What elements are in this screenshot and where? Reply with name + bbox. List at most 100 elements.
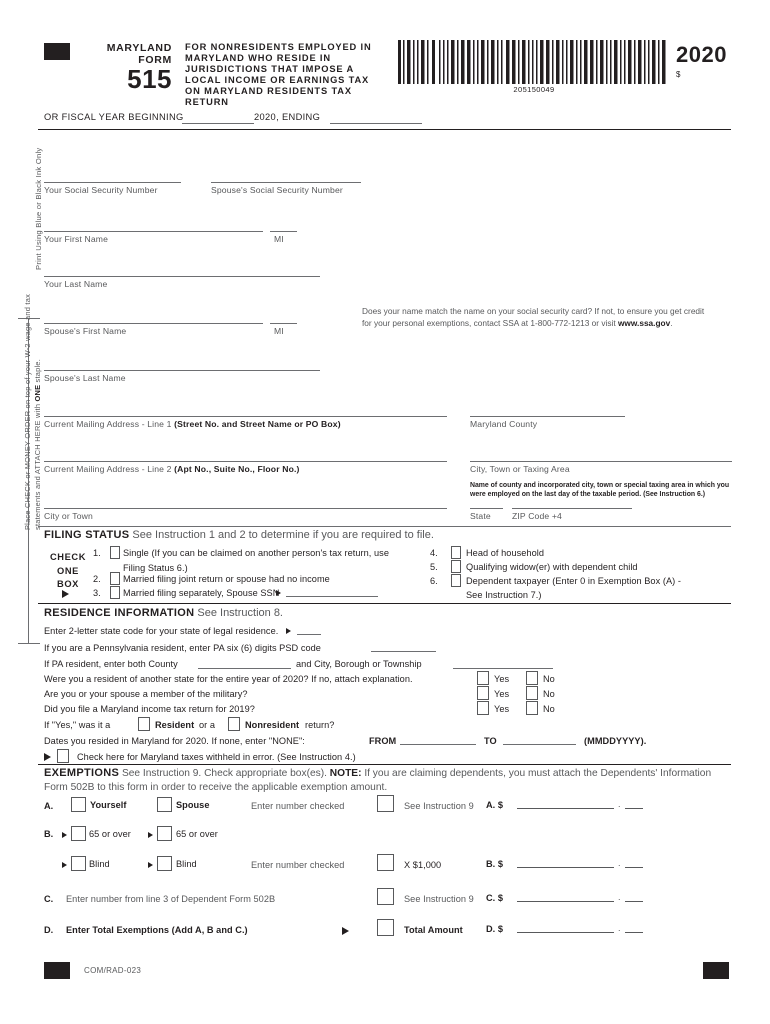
city-or-town-label: City or Town bbox=[44, 511, 93, 521]
exemption-65-self-checkbox[interactable] bbox=[71, 826, 86, 841]
exemption-c-count-input[interactable] bbox=[377, 888, 394, 905]
address-line1-label: Current Mailing Address - Line 1 (Street… bbox=[44, 419, 341, 429]
filing-status-heading: FILING STATUS See Instruction 1 and 2 to… bbox=[44, 529, 434, 541]
address-line2-label-plain: Current Mailing Address - Line 2 bbox=[44, 464, 175, 474]
print-ink-note: Print Using Blue or Black Ink Only bbox=[34, 147, 43, 270]
filing-status-2-label: Married filing joint return or spouse ha… bbox=[123, 574, 330, 584]
exemption-d-amount-label: D. $ bbox=[486, 924, 504, 934]
other-state-no-checkbox[interactable] bbox=[526, 671, 538, 685]
filing-status-3-number: 3. bbox=[93, 588, 101, 598]
exemption-c-amount-input[interactable] bbox=[517, 901, 614, 902]
filing-status-3-arrow-icon bbox=[276, 590, 281, 596]
filing-status-3-checkbox[interactable] bbox=[110, 586, 120, 599]
your-ssn-label: Your Social Security Number bbox=[44, 185, 158, 195]
barcode-number: 205150049 bbox=[513, 85, 555, 94]
ssa-name-match-note: Does your name match the name on your so… bbox=[362, 306, 707, 329]
exemption-a-amount-label: A. $ bbox=[486, 800, 504, 810]
withheld-error-arrow-icon bbox=[44, 753, 51, 761]
agency-line-1: MARYLAND bbox=[106, 42, 172, 54]
pa-city-input[interactable] bbox=[453, 668, 553, 669]
your-mi-input[interactable] bbox=[270, 231, 297, 232]
exemption-d-cents-input[interactable] bbox=[625, 932, 643, 933]
military-yes-checkbox[interactable] bbox=[477, 686, 489, 700]
exemption-65-spouse-checkbox[interactable] bbox=[157, 826, 172, 841]
dates-from-input[interactable] bbox=[400, 744, 476, 745]
exemption-b-count-input[interactable] bbox=[377, 854, 394, 871]
withheld-error-label: Check here for Maryland taxes withheld i… bbox=[77, 752, 356, 762]
exemption-b-letter: B. bbox=[44, 829, 54, 839]
city-or-town-input[interactable] bbox=[44, 508, 447, 509]
exemption-65-spouse-label: 65 or over bbox=[176, 829, 218, 839]
exemption-b-amount-input[interactable] bbox=[517, 867, 614, 868]
filing-status-1-checkbox[interactable] bbox=[110, 546, 120, 559]
pa-county-input[interactable] bbox=[198, 668, 291, 669]
fiscal-begin-input[interactable] bbox=[182, 123, 254, 124]
registration-mark-bottom-right bbox=[703, 962, 729, 979]
filing-status-4-checkbox[interactable] bbox=[451, 546, 461, 559]
maryland-county-input[interactable] bbox=[470, 416, 625, 417]
header-divider bbox=[38, 129, 731, 130]
fiscal-year-mid-label: 2020, ENDING bbox=[254, 112, 321, 122]
your-ssn-input[interactable] bbox=[44, 182, 181, 183]
filing-status-1-label-cont: Filing Status 6.) bbox=[123, 563, 188, 573]
city-town-taxing-input[interactable] bbox=[470, 461, 732, 462]
spouse-last-name-input[interactable] bbox=[44, 370, 320, 371]
exemption-b-amount-label: B. $ bbox=[486, 859, 504, 869]
filing-status-3-spouse-ssn-input[interactable] bbox=[286, 596, 378, 597]
exemption-b-cents-input[interactable] bbox=[625, 867, 643, 868]
exemptions-note-bold: NOTE: bbox=[329, 768, 362, 779]
spouse-mi-label: MI bbox=[274, 326, 284, 336]
fiscal-end-input[interactable] bbox=[330, 123, 422, 124]
exemption-spouse-checkbox[interactable] bbox=[157, 797, 172, 812]
exemption-c-instruction-label: See Instruction 9 bbox=[404, 894, 474, 904]
address-line2-input[interactable] bbox=[44, 461, 447, 462]
dates-to-input[interactable] bbox=[503, 744, 576, 745]
residence-md-return-question: Did you file a Maryland income tax retur… bbox=[44, 704, 255, 714]
tax-year: 2020 bbox=[676, 42, 727, 67]
filing-status-2-number: 2. bbox=[93, 574, 101, 584]
psd-code-input[interactable] bbox=[371, 651, 436, 652]
exemption-blind-self-checkbox[interactable] bbox=[71, 856, 86, 871]
exemption-d-amount-input[interactable] bbox=[517, 932, 614, 933]
exemption-yourself-checkbox[interactable] bbox=[71, 797, 86, 812]
dates-format-label: (MMDDYYYY). bbox=[584, 736, 647, 746]
exemption-blind-spouse-checkbox[interactable] bbox=[157, 856, 172, 871]
address-line1-input[interactable] bbox=[44, 416, 447, 417]
residence-heading-rest: See Instruction 8. bbox=[194, 607, 283, 619]
withheld-error-checkbox[interactable] bbox=[57, 749, 69, 763]
md-return-yes-checkbox[interactable] bbox=[477, 701, 489, 715]
state-input[interactable] bbox=[470, 508, 503, 509]
zip-code-input[interactable] bbox=[512, 508, 632, 509]
exemption-d-letter: D. bbox=[44, 925, 54, 935]
spouse-mi-input[interactable] bbox=[270, 323, 297, 324]
exemption-b-multiplier-label: X $1,000 bbox=[404, 860, 442, 870]
filing-status-2-checkbox[interactable] bbox=[110, 572, 120, 585]
exemption-a-count-input[interactable] bbox=[377, 795, 394, 812]
exemption-c-amount-label: C. $ bbox=[486, 893, 504, 903]
resident-checkbox[interactable] bbox=[138, 717, 150, 731]
nonresident-checkbox[interactable] bbox=[228, 717, 240, 731]
exemption-a-letter: A. bbox=[44, 801, 54, 811]
spouse-first-name-input[interactable] bbox=[44, 323, 263, 324]
exemption-a-cents-input[interactable] bbox=[625, 808, 643, 809]
filing-status-6-checkbox[interactable] bbox=[451, 574, 461, 587]
residence-pa-county-label: If PA resident, enter both County bbox=[44, 659, 178, 669]
exemption-spouse-label: Spouse bbox=[176, 800, 210, 810]
exemption-a-amount-input[interactable] bbox=[517, 808, 614, 809]
state-code-input[interactable] bbox=[297, 634, 321, 635]
registration-mark-bottom-left bbox=[44, 962, 70, 979]
military-no-checkbox[interactable] bbox=[526, 686, 538, 700]
md-return-no-checkbox[interactable] bbox=[526, 701, 538, 715]
your-last-name-input[interactable] bbox=[44, 276, 320, 277]
exemption-d-count-input[interactable] bbox=[377, 919, 394, 936]
form-page: MARYLAND FORM 515 FOR NONRESIDENTS EMPLO… bbox=[0, 0, 770, 1024]
military-yes-label: Yes bbox=[494, 689, 510, 699]
spouse-ssn-input[interactable] bbox=[211, 182, 361, 183]
address-line2-label: Current Mailing Address - Line 2 (Apt No… bbox=[44, 464, 300, 474]
other-state-yes-checkbox[interactable] bbox=[477, 671, 489, 685]
exemption-c-cents-input[interactable] bbox=[625, 901, 643, 902]
or-a-label: or a bbox=[199, 720, 216, 730]
filing-status-5-checkbox[interactable] bbox=[451, 560, 461, 573]
your-first-name-input[interactable] bbox=[44, 231, 263, 232]
md-return-no-label: No bbox=[543, 704, 555, 714]
